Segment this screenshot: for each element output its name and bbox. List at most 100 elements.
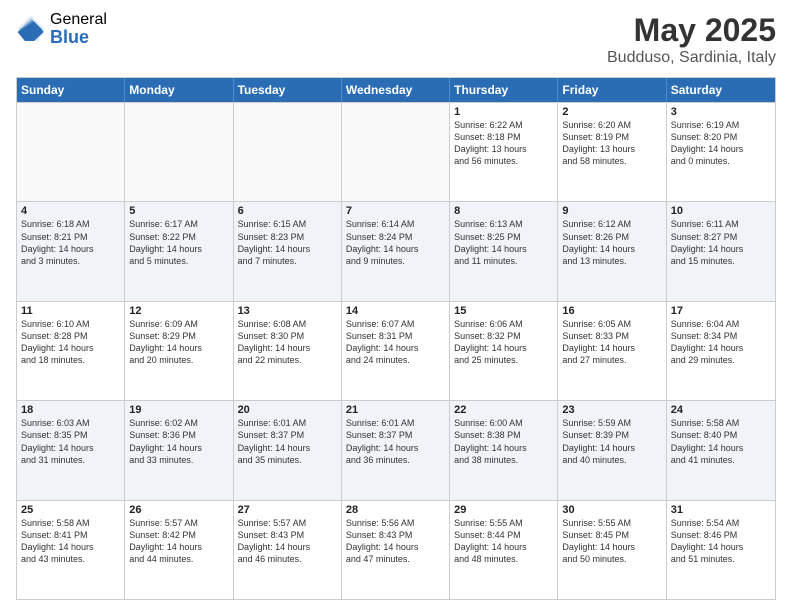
header-day-saturday: Saturday [667,78,775,102]
day-info: Sunrise: 6:12 AM Sunset: 8:26 PM Dayligh… [562,218,661,267]
day-number: 20 [238,404,337,416]
page: General Blue May 2025 Budduso, Sardinia,… [0,0,792,612]
day-cell-24: 24Sunrise: 5:58 AM Sunset: 8:40 PM Dayli… [667,401,775,499]
day-info: Sunrise: 6:09 AM Sunset: 8:29 PM Dayligh… [129,318,228,367]
day-info: Sunrise: 5:58 AM Sunset: 8:41 PM Dayligh… [21,517,120,566]
day-info: Sunrise: 6:00 AM Sunset: 8:38 PM Dayligh… [454,417,553,466]
day-cell-18: 18Sunrise: 6:03 AM Sunset: 8:35 PM Dayli… [17,401,125,499]
header: General Blue May 2025 Budduso, Sardinia,… [16,12,776,67]
day-info: Sunrise: 6:10 AM Sunset: 8:28 PM Dayligh… [21,318,120,367]
day-number: 10 [671,205,771,217]
day-cell-14: 14Sunrise: 6:07 AM Sunset: 8:31 PM Dayli… [342,302,450,400]
day-cell-10: 10Sunrise: 6:11 AM Sunset: 8:27 PM Dayli… [667,202,775,300]
day-cell-26: 26Sunrise: 5:57 AM Sunset: 8:42 PM Dayli… [125,501,233,599]
day-info: Sunrise: 6:02 AM Sunset: 8:36 PM Dayligh… [129,417,228,466]
day-info: Sunrise: 6:05 AM Sunset: 8:33 PM Dayligh… [562,318,661,367]
title-block: May 2025 Budduso, Sardinia, Italy [607,12,776,67]
day-cell-22: 22Sunrise: 6:00 AM Sunset: 8:38 PM Dayli… [450,401,558,499]
day-cell-1: 1Sunrise: 6:22 AM Sunset: 8:18 PM Daylig… [450,103,558,201]
calendar-body: 1Sunrise: 6:22 AM Sunset: 8:18 PM Daylig… [17,102,775,599]
header-day-friday: Friday [558,78,666,102]
day-number: 21 [346,404,445,416]
day-info: Sunrise: 6:04 AM Sunset: 8:34 PM Dayligh… [671,318,771,367]
calendar: SundayMondayTuesdayWednesdayThursdayFrid… [16,77,776,600]
day-number: 27 [238,504,337,516]
title-month: May 2025 [607,12,776,49]
day-cell-19: 19Sunrise: 6:02 AM Sunset: 8:36 PM Dayli… [125,401,233,499]
day-info: Sunrise: 6:18 AM Sunset: 8:21 PM Dayligh… [21,218,120,267]
empty-cell [342,103,450,201]
header-day-monday: Monday [125,78,233,102]
day-cell-28: 28Sunrise: 5:56 AM Sunset: 8:43 PM Dayli… [342,501,450,599]
day-info: Sunrise: 5:55 AM Sunset: 8:45 PM Dayligh… [562,517,661,566]
day-number: 29 [454,504,553,516]
day-info: Sunrise: 5:57 AM Sunset: 8:43 PM Dayligh… [238,517,337,566]
day-info: Sunrise: 5:55 AM Sunset: 8:44 PM Dayligh… [454,517,553,566]
day-number: 6 [238,205,337,217]
day-number: 11 [21,305,120,317]
day-cell-23: 23Sunrise: 5:59 AM Sunset: 8:39 PM Dayli… [558,401,666,499]
day-number: 23 [562,404,661,416]
day-number: 3 [671,106,771,118]
day-cell-16: 16Sunrise: 6:05 AM Sunset: 8:33 PM Dayli… [558,302,666,400]
header-day-tuesday: Tuesday [234,78,342,102]
day-info: Sunrise: 6:15 AM Sunset: 8:23 PM Dayligh… [238,218,337,267]
logo-text: General Blue [50,12,107,46]
day-cell-25: 25Sunrise: 5:58 AM Sunset: 8:41 PM Dayli… [17,501,125,599]
day-cell-29: 29Sunrise: 5:55 AM Sunset: 8:44 PM Dayli… [450,501,558,599]
day-number: 7 [346,205,445,217]
day-cell-30: 30Sunrise: 5:55 AM Sunset: 8:45 PM Dayli… [558,501,666,599]
calendar-row-5: 25Sunrise: 5:58 AM Sunset: 8:41 PM Dayli… [17,500,775,599]
day-info: Sunrise: 6:03 AM Sunset: 8:35 PM Dayligh… [21,417,120,466]
day-cell-2: 2Sunrise: 6:20 AM Sunset: 8:19 PM Daylig… [558,103,666,201]
day-cell-12: 12Sunrise: 6:09 AM Sunset: 8:29 PM Dayli… [125,302,233,400]
header-day-thursday: Thursday [450,78,558,102]
day-info: Sunrise: 6:11 AM Sunset: 8:27 PM Dayligh… [671,218,771,267]
day-info: Sunrise: 6:20 AM Sunset: 8:19 PM Dayligh… [562,119,661,168]
day-info: Sunrise: 6:08 AM Sunset: 8:30 PM Dayligh… [238,318,337,367]
day-number: 18 [21,404,120,416]
day-info: Sunrise: 5:57 AM Sunset: 8:42 PM Dayligh… [129,517,228,566]
day-cell-17: 17Sunrise: 6:04 AM Sunset: 8:34 PM Dayli… [667,302,775,400]
day-info: Sunrise: 6:14 AM Sunset: 8:24 PM Dayligh… [346,218,445,267]
day-number: 16 [562,305,661,317]
day-info: Sunrise: 5:54 AM Sunset: 8:46 PM Dayligh… [671,517,771,566]
day-cell-13: 13Sunrise: 6:08 AM Sunset: 8:30 PM Dayli… [234,302,342,400]
day-cell-8: 8Sunrise: 6:13 AM Sunset: 8:25 PM Daylig… [450,202,558,300]
day-info: Sunrise: 6:19 AM Sunset: 8:20 PM Dayligh… [671,119,771,168]
day-number: 30 [562,504,661,516]
day-cell-9: 9Sunrise: 6:12 AM Sunset: 8:26 PM Daylig… [558,202,666,300]
calendar-row-3: 11Sunrise: 6:10 AM Sunset: 8:28 PM Dayli… [17,301,775,400]
day-number: 9 [562,205,661,217]
day-info: Sunrise: 5:58 AM Sunset: 8:40 PM Dayligh… [671,417,771,466]
day-info: Sunrise: 5:59 AM Sunset: 8:39 PM Dayligh… [562,417,661,466]
day-cell-6: 6Sunrise: 6:15 AM Sunset: 8:23 PM Daylig… [234,202,342,300]
day-number: 19 [129,404,228,416]
day-cell-27: 27Sunrise: 5:57 AM Sunset: 8:43 PM Dayli… [234,501,342,599]
day-number: 12 [129,305,228,317]
day-cell-31: 31Sunrise: 5:54 AM Sunset: 8:46 PM Dayli… [667,501,775,599]
header-day-wednesday: Wednesday [342,78,450,102]
day-number: 25 [21,504,120,516]
day-info: Sunrise: 6:06 AM Sunset: 8:32 PM Dayligh… [454,318,553,367]
day-info: Sunrise: 6:17 AM Sunset: 8:22 PM Dayligh… [129,218,228,267]
day-cell-7: 7Sunrise: 6:14 AM Sunset: 8:24 PM Daylig… [342,202,450,300]
day-number: 24 [671,404,771,416]
day-number: 5 [129,205,228,217]
day-info: Sunrise: 6:13 AM Sunset: 8:25 PM Dayligh… [454,218,553,267]
day-info: Sunrise: 6:22 AM Sunset: 8:18 PM Dayligh… [454,119,553,168]
calendar-header: SundayMondayTuesdayWednesdayThursdayFrid… [17,78,775,102]
day-number: 14 [346,305,445,317]
day-number: 13 [238,305,337,317]
day-info: Sunrise: 6:01 AM Sunset: 8:37 PM Dayligh… [346,417,445,466]
header-day-sunday: Sunday [17,78,125,102]
day-number: 1 [454,106,553,118]
day-number: 8 [454,205,553,217]
day-number: 17 [671,305,771,317]
day-number: 26 [129,504,228,516]
day-number: 2 [562,106,661,118]
day-cell-11: 11Sunrise: 6:10 AM Sunset: 8:28 PM Dayli… [17,302,125,400]
empty-cell [234,103,342,201]
calendar-row-4: 18Sunrise: 6:03 AM Sunset: 8:35 PM Dayli… [17,400,775,499]
logo-icon [16,14,46,44]
